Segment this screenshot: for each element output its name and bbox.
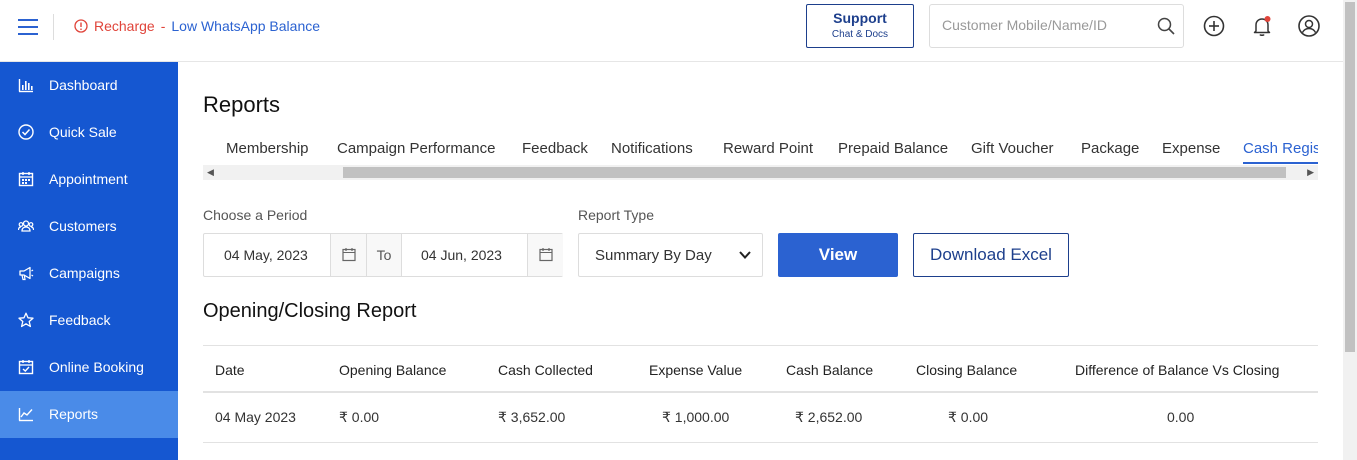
users-icon	[18, 220, 34, 232]
search-icon[interactable]	[1157, 17, 1175, 35]
column-header-cash-balance: Cash Balance	[786, 362, 874, 378]
balance-alert[interactable]: Recharge - Low WhatsApp Balance	[74, 18, 320, 34]
cell-cash-balance: ₹ 2,652.00	[795, 409, 863, 425]
sidebar-item-campaigns[interactable]: Campaigns	[0, 250, 178, 297]
sidebar-item-label: Campaigns	[49, 265, 120, 281]
support-button[interactable]: Support Chat & Docs	[806, 4, 914, 48]
tab-expense[interactable]: Expense	[1162, 140, 1220, 157]
tab-notifications[interactable]: Notifications	[611, 140, 693, 157]
download-excel-button[interactable]: Download Excel	[913, 233, 1069, 277]
support-subtitle: Chat & Docs	[831, 29, 889, 40]
hamburger-menu-icon[interactable]	[18, 19, 38, 37]
tab-reward-point[interactable]: Reward Point	[723, 140, 813, 157]
table-row: 04 May 2023 ₹ 0.00 ₹ 3,652.00 ₹ 1,000.00…	[203, 393, 1318, 443]
scroll-right-arrow-icon[interactable]: ▶	[1307, 167, 1314, 178]
from-date-input[interactable]: 04 May, 2023	[224, 234, 329, 276]
sidebar-item-dashboard[interactable]: Dashboard	[0, 62, 178, 109]
sidebar-item-label: Quick Sale	[49, 124, 117, 140]
sidebar-item-quick-sale[interactable]: Quick Sale	[0, 109, 178, 156]
alert-separator: -	[160, 18, 166, 34]
page-scrollbar-thumb[interactable]	[1345, 2, 1355, 352]
chevron-down-icon	[739, 251, 751, 259]
sidebar-item-reports[interactable]: Reports	[0, 391, 178, 438]
tab-campaign-performance[interactable]: Campaign Performance	[337, 140, 495, 157]
from-date-calendar-button[interactable]	[330, 234, 366, 276]
calendar-icon	[342, 248, 356, 262]
sidebar-item-label: Appointment	[49, 171, 128, 187]
tab-feedback[interactable]: Feedback	[522, 140, 588, 157]
column-header-difference: Difference of Balance Vs Closing	[1075, 362, 1280, 378]
scroll-left-arrow-icon[interactable]: ◀	[207, 167, 214, 178]
sidebar-item-label: Customers	[49, 218, 117, 234]
calendar-icon	[18, 172, 34, 187]
line-chart-icon	[18, 408, 33, 422]
sidebar-item-label: Reports	[49, 406, 99, 422]
sidebar-item-online-booking[interactable]: Online Booking	[0, 344, 178, 391]
table-header: Date Opening Balance Cash Collected Expe…	[203, 345, 1318, 393]
calendar-check-icon	[18, 360, 34, 375]
report-type-label: Report Type	[578, 207, 655, 223]
sidebar-item-label: Feedback	[49, 312, 111, 328]
star-icon	[18, 312, 34, 328]
alert-recharge-text: Recharge	[94, 18, 155, 34]
tabs-horizontal-scrollbar[interactable]: ◀ ▶	[203, 165, 1318, 180]
report-tabs: Membership Campaign Performance Feedback…	[203, 130, 1318, 166]
customer-search-input[interactable]	[942, 17, 1142, 33]
to-date-calendar-button[interactable]	[527, 234, 563, 276]
customer-search-box[interactable]	[929, 4, 1184, 48]
report-type-select[interactable]: Summary By Day	[578, 233, 763, 277]
calendar-icon	[539, 248, 553, 262]
notification-bell-icon[interactable]	[1250, 14, 1274, 38]
tab-membership[interactable]: Membership	[226, 140, 309, 157]
column-header-closing-balance: Closing Balance	[916, 362, 1018, 378]
sidebar-item-label: Online Booking	[49, 359, 144, 375]
date-range-picker: 04 May, 2023 To 04 Jun, 2023	[203, 233, 563, 277]
top-header: Recharge - Low WhatsApp Balance Support …	[0, 0, 1343, 62]
to-date-input[interactable]: 04 Jun, 2023	[421, 234, 526, 276]
report-type-value: Summary By Day	[595, 247, 712, 264]
column-header-expense-value: Expense Value	[649, 362, 743, 378]
sidebar-nav: Dashboard Quick Sale Appointment Custome…	[0, 62, 178, 460]
cell-closing-balance: ₹ 0.00	[948, 409, 989, 425]
period-label: Choose a Period	[203, 207, 308, 223]
active-tab-indicator	[1243, 162, 1318, 164]
column-header-date: Date	[215, 362, 245, 378]
section-title: Opening/Closing Report	[203, 300, 417, 322]
tab-cash-register[interactable]: Cash Register	[1243, 140, 1318, 157]
column-header-opening-balance: Opening Balance	[339, 362, 447, 378]
scrollbar-thumb[interactable]	[343, 167, 1286, 178]
header-divider	[53, 14, 54, 40]
sidebar-item-label: Dashboard	[49, 77, 118, 93]
page-title: Reports	[203, 92, 281, 117]
support-title: Support	[833, 10, 887, 26]
tab-prepaid-balance[interactable]: Prepaid Balance	[838, 140, 948, 157]
sidebar-item-customers[interactable]: Customers	[0, 203, 178, 250]
bar-chart-icon	[18, 79, 33, 93]
cell-opening-balance: ₹ 0.00	[339, 409, 380, 425]
tab-gift-voucher[interactable]: Gift Voucher	[971, 140, 1054, 157]
view-button[interactable]: View	[778, 233, 898, 277]
sidebar-item-feedback[interactable]: Feedback	[0, 297, 178, 344]
tab-package[interactable]: Package	[1081, 140, 1139, 157]
column-header-cash-collected: Cash Collected	[498, 362, 593, 378]
check-circle-icon	[18, 124, 34, 140]
sidebar-item-appointment[interactable]: Appointment	[0, 156, 178, 203]
page-vertical-scrollbar[interactable]	[1343, 0, 1357, 460]
cell-difference: 0.00	[1167, 409, 1195, 425]
cell-expense-value: ₹ 1,000.00	[662, 409, 730, 425]
cell-cash-collected: ₹ 3,652.00	[498, 409, 566, 425]
cell-date: 04 May 2023	[215, 409, 296, 425]
megaphone-icon	[19, 266, 34, 281]
user-profile-icon[interactable]	[1297, 14, 1321, 38]
add-circle-icon[interactable]	[1202, 14, 1226, 38]
alert-circle-icon	[74, 19, 88, 33]
alert-low-balance-link[interactable]: Low WhatsApp Balance	[171, 18, 320, 34]
to-separator: To	[366, 234, 402, 276]
